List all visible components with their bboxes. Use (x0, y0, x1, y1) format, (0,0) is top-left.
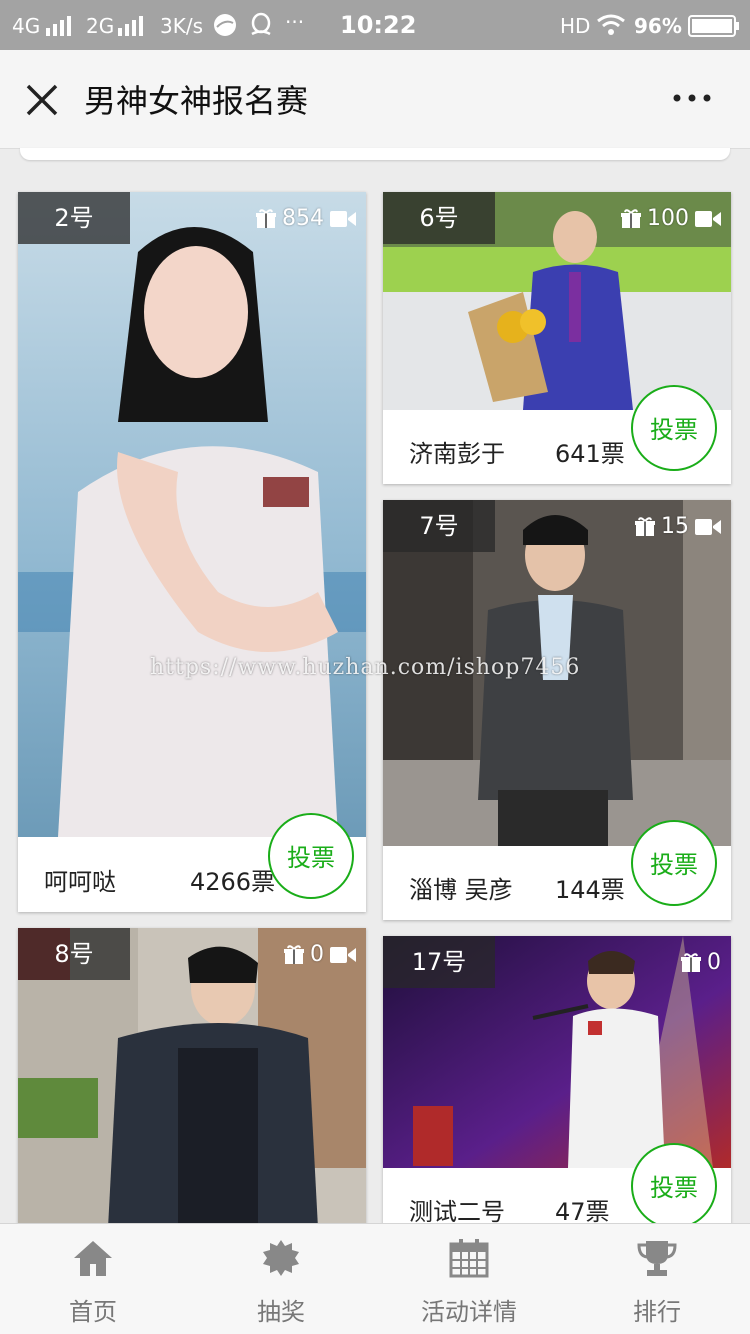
gift-count: 0 (310, 942, 324, 967)
gift-count: 100 (647, 206, 689, 231)
contestant-card[interactable]: 2号 854 呵呵哒 4266票 投票 (18, 192, 366, 912)
signal-icon (118, 16, 143, 36)
network-speed: 3K/s (160, 14, 203, 38)
network-2g: 2G (86, 14, 115, 38)
number-badge: 6号 (383, 192, 495, 244)
vote-button[interactable]: 投票 (631, 385, 717, 471)
contestant-name: 测试二号 (409, 1198, 505, 1226)
search-area (20, 148, 730, 160)
stats: 854 (256, 206, 356, 231)
status-bar: 4G 2G 3K/s ··· 10:22 HD 96% (0, 0, 750, 50)
vote-button[interactable]: 投票 (631, 1143, 717, 1229)
nav-bar: 男神女神报名赛 (0, 50, 750, 149)
browser-icon (214, 14, 236, 36)
vote-count: 144票 (555, 876, 625, 904)
hd-label: HD (560, 14, 591, 38)
gift-icon (256, 208, 276, 228)
qq-icon (251, 12, 271, 36)
status-more: ··· (285, 10, 305, 34)
tab-label: 首页 (69, 1298, 117, 1326)
contestant-card[interactable]: 6号 100 济南彭于 641票 投票 (383, 192, 731, 484)
calendar-icon (449, 1239, 489, 1278)
video-icon (695, 518, 721, 535)
contestant-name: 呵呵哒 (44, 868, 116, 896)
number-badge: 8号 (18, 928, 130, 980)
contestant-name: 淄博 吴彦 (409, 876, 513, 904)
number-badge: 17号 (383, 936, 495, 988)
stats: 100 (621, 206, 721, 231)
contestant-card[interactable]: 8号 0 (18, 928, 366, 1228)
gift-count: 15 (661, 514, 689, 539)
tab-ranking[interactable]: 排行 (582, 1224, 732, 1334)
gift-icon (284, 944, 304, 964)
signal-icon (46, 16, 71, 36)
gear-icon (263, 1240, 299, 1276)
tab-label: 活动详情 (421, 1298, 517, 1326)
tab-bar: 首页 抽奖 活动详情 排行 (0, 1223, 750, 1334)
tab-lottery[interactable]: 抽奖 (206, 1224, 356, 1334)
tab-event-details[interactable]: 活动详情 (394, 1224, 544, 1334)
battery-percent: 96% (634, 14, 682, 38)
video-icon (330, 210, 356, 227)
tab-label: 抽奖 (257, 1298, 305, 1326)
vote-count: 4266票 (190, 868, 276, 896)
vote-button[interactable]: 投票 (268, 813, 354, 899)
close-icon[interactable] (22, 80, 62, 120)
stats: 0 (681, 950, 721, 975)
gift-icon (635, 516, 655, 536)
contestant-card[interactable]: 7号 15 淄博 吴彦 144票 投票 (383, 500, 731, 920)
status-time: 10:22 (340, 11, 417, 39)
gift-count: 0 (707, 950, 721, 975)
battery-icon (688, 15, 739, 37)
video-icon (330, 946, 356, 963)
number-badge: 2号 (18, 192, 130, 244)
video-icon (695, 210, 721, 227)
watermark-text: https://www.huzhan.com/ishop7456 (150, 655, 581, 680)
wifi-icon (597, 14, 625, 35)
more-icon[interactable] (672, 88, 712, 108)
contestant-card[interactable]: 17号 0 测试二号 47票 投票 (383, 936, 731, 1236)
gift-icon (621, 208, 641, 228)
stats: 0 (284, 942, 356, 967)
vote-count: 47票 (555, 1198, 610, 1226)
tab-label: 排行 (633, 1298, 681, 1326)
number-badge: 7号 (383, 500, 495, 552)
gift-count: 854 (282, 206, 324, 231)
vote-button[interactable]: 投票 (631, 820, 717, 906)
vote-count: 641票 (555, 440, 625, 468)
page-title: 男神女神报名赛 (84, 82, 309, 120)
contestant-photo (18, 192, 366, 837)
contestant-name: 济南彭于 (409, 440, 505, 468)
stats: 15 (635, 514, 721, 539)
trophy-icon (637, 1241, 677, 1276)
tab-home[interactable]: 首页 (18, 1224, 168, 1334)
home-icon (74, 1241, 112, 1276)
network-4g: 4G (12, 14, 41, 38)
gift-icon (681, 952, 701, 972)
